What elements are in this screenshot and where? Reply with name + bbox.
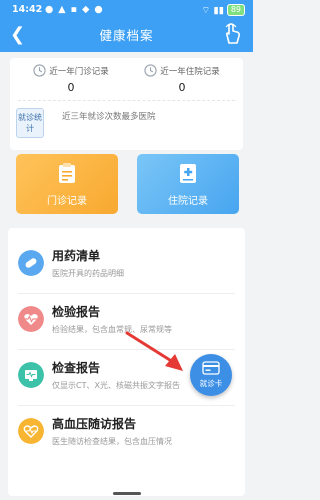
outpatient-records-card[interactable]: 门诊记录 xyxy=(16,154,118,214)
divider xyxy=(18,100,235,101)
header: ❮ 健康档案 xyxy=(0,20,253,50)
clock-icon xyxy=(33,64,46,77)
status-bar: 14:42 ● ▲ ▪ ◆ ● ⌔ ▮▮ 89 xyxy=(0,0,253,20)
list-item-medication[interactable]: 用药清单 医院开具的药品明细 xyxy=(8,238,245,294)
stats-card: 近一年门诊记录 0 近一年住院记录 0 就诊统计 近三年就诊次数最多医院 xyxy=(10,58,243,150)
wifi-icon: ⌔ xyxy=(201,4,211,16)
status-time: 14:42 xyxy=(12,4,43,15)
signal-icon: ▮▮ xyxy=(213,4,224,16)
status-right: ⌔ ▮▮ 89 xyxy=(201,4,245,16)
inpatient-records-label: 住院记录 xyxy=(168,196,208,207)
list-item-hypertension-report[interactable]: 高血压随访报告 医生随访检查结果，包含血压情况 xyxy=(8,406,245,462)
monitor-icon xyxy=(18,362,44,388)
list-item-title: 用药清单 xyxy=(52,249,101,263)
list-item-desc: 医院开具的药品明细 xyxy=(52,269,124,278)
list-item-title: 检查报告 xyxy=(52,361,101,375)
outpatient-stat[interactable]: 近一年门诊记录 0 xyxy=(16,64,126,94)
outpatient-records-label: 门诊记录 xyxy=(47,196,87,207)
list-item-title: 检验报告 xyxy=(52,305,101,319)
clipboard-icon xyxy=(59,163,75,183)
heart-pulse-icon xyxy=(18,418,44,444)
visit-stats-badge: 就诊统计 xyxy=(16,108,44,138)
home-indicator[interactable] xyxy=(113,492,141,495)
card-icon xyxy=(202,361,220,375)
outpatient-label: 近一年门诊记录 xyxy=(49,66,109,77)
list-item-desc: 医生随访检查结果，包含血压情况 xyxy=(52,437,172,446)
visit-card-button[interactable]: 就诊卡 xyxy=(190,354,232,396)
battery-icon: 89 xyxy=(226,4,245,16)
annotation-arrow xyxy=(125,331,183,371)
visit-card-label: 就诊卡 xyxy=(199,379,223,388)
inpatient-stat[interactable]: 近一年住院记录 0 xyxy=(127,64,237,94)
hand-icon[interactable] xyxy=(219,21,245,47)
inpatient-value: 0 xyxy=(178,81,186,94)
medical-document-icon xyxy=(180,164,196,183)
pill-icon xyxy=(18,250,44,276)
clock-icon xyxy=(144,64,157,77)
page-title: 健康档案 xyxy=(99,28,154,43)
top-bar: 14:42 ● ▲ ▪ ◆ ● ⌔ ▮▮ 89 ❮ 健康档案 xyxy=(0,0,253,52)
notification-icons: ● ▲ ▪ ◆ ● xyxy=(45,4,104,15)
heartbeat-icon xyxy=(18,306,44,332)
top-hospital-label: 近三年就诊次数最多医院 xyxy=(62,112,156,122)
list-item-desc: 仅显示CT、X光、核磁共振文字报告 xyxy=(52,381,180,390)
list-item-title: 高血压随访报告 xyxy=(52,417,137,431)
outpatient-value: 0 xyxy=(67,81,75,94)
inpatient-label: 近一年住院记录 xyxy=(160,66,220,77)
inpatient-records-card[interactable]: 住院记录 xyxy=(137,154,239,214)
